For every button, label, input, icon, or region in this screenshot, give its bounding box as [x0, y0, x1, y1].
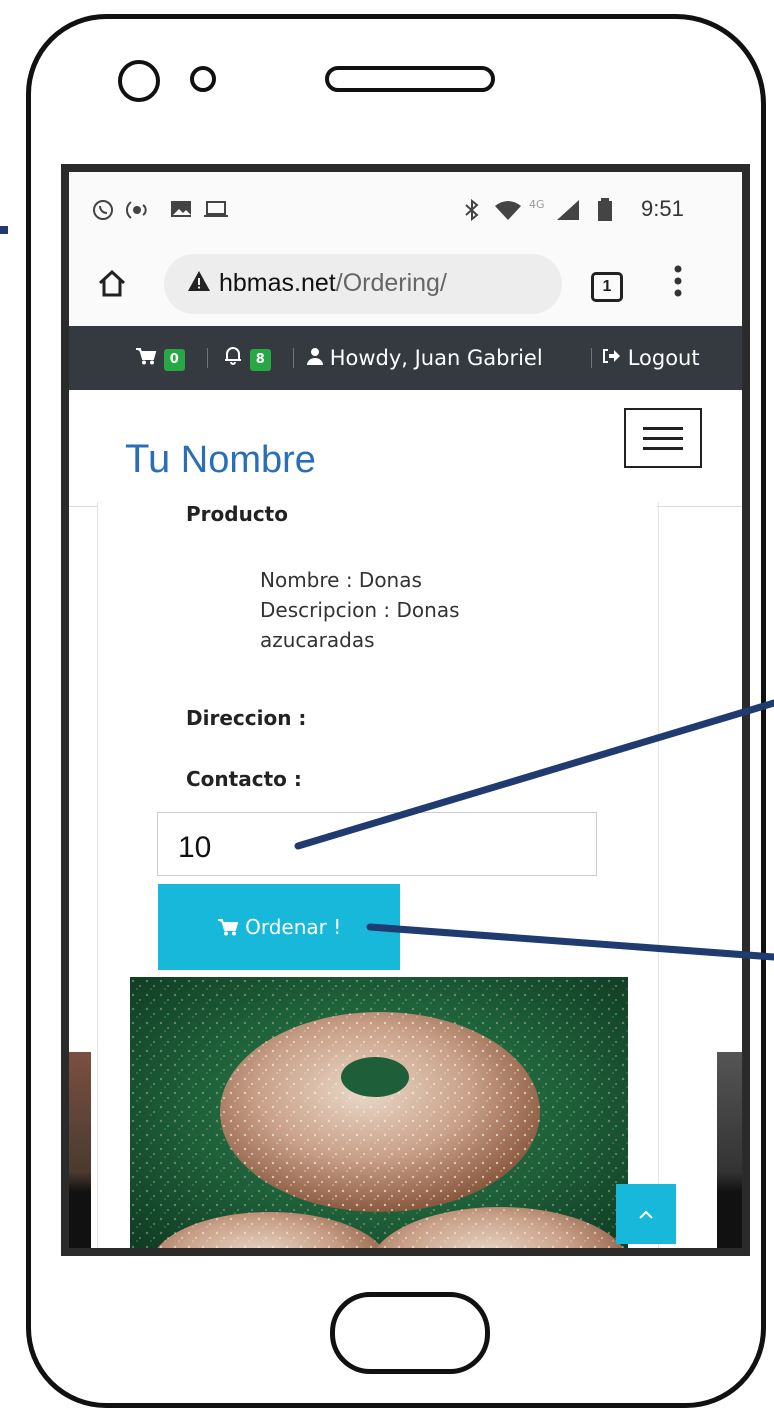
product-image	[130, 977, 628, 1248]
user-icon	[307, 346, 330, 370]
hamburger-menu-button[interactable]	[624, 408, 702, 468]
cart-count-badge: 0	[163, 349, 185, 371]
product-description-cont: azucaradas	[260, 628, 375, 652]
browser-home-icon[interactable]	[97, 268, 127, 303]
home-button[interactable]	[330, 1292, 490, 1374]
nav-divider	[591, 348, 592, 368]
site-brand[interactable]: Tu Nombre	[125, 436, 316, 483]
hamburger-bar	[643, 447, 683, 450]
order-button[interactable]: Ordenar !	[158, 884, 400, 970]
url-path: /Ordering/	[335, 269, 447, 297]
hotspot-icon	[125, 198, 153, 220]
notification-count-badge: 8	[249, 349, 271, 371]
user-greeting: Howdy, Juan Gabriel	[329, 346, 543, 370]
brand-part-2: Nombre	[180, 439, 316, 481]
brand-part-1: Tu	[125, 437, 171, 481]
bell-icon	[223, 346, 250, 370]
background-photo	[69, 1052, 91, 1248]
cart-icon	[217, 915, 245, 939]
network-4g-icon: 4G	[529, 198, 545, 211]
wifi-icon	[493, 198, 523, 220]
url-domain: hbmas.net	[219, 269, 336, 297]
direccion-label: Direccion :	[186, 706, 307, 730]
front-camera	[118, 60, 160, 102]
browser-menu-icon[interactable]	[673, 264, 683, 298]
clock: 9:51	[641, 196, 684, 221]
whatsapp-icon	[91, 198, 115, 220]
phone-screen: 4G 9:51 hbmas.net/Ordering/ 1 0 8 Howdy,…	[61, 164, 750, 1256]
background-photo	[717, 1052, 742, 1248]
nav-divider	[207, 348, 208, 368]
hamburger-bar	[643, 427, 683, 430]
tab-switcher-button[interactable]: 1	[591, 272, 623, 302]
notifications-link[interactable]: 8	[223, 344, 271, 372]
signal-icon	[555, 198, 581, 220]
not-secure-warning-icon[interactable]	[187, 270, 211, 297]
product-name: Nombre : Donas	[260, 568, 422, 592]
product-description: Descripcion : Donas	[260, 598, 460, 622]
nav-divider	[293, 348, 294, 368]
contacto-label: Contacto :	[186, 767, 302, 791]
bluetooth-icon	[463, 198, 481, 222]
status-bar: 4G 9:51	[69, 172, 742, 244]
divider-line	[69, 506, 97, 507]
url-text[interactable]: hbmas.net/Ordering/	[219, 268, 447, 298]
hamburger-bar	[643, 437, 683, 440]
laptop-icon	[203, 198, 229, 220]
browser-toolbar: hbmas.net/Ordering/ 1	[69, 244, 742, 326]
proximity-sensor	[190, 66, 216, 92]
logout-icon	[601, 346, 628, 370]
logout-link[interactable]: Logout	[601, 344, 700, 372]
site-top-nav: 0 8 Howdy, Juan Gabriel Logout	[69, 326, 742, 390]
user-greeting-link[interactable]: Howdy, Juan Gabriel	[307, 344, 543, 372]
cart-icon	[135, 346, 164, 370]
producto-heading: Producto	[186, 502, 288, 526]
cart-link[interactable]: 0	[135, 344, 185, 372]
battery-icon	[597, 198, 613, 221]
earpiece-speaker	[325, 66, 495, 92]
divider-line	[657, 506, 742, 507]
gallery-icon	[169, 198, 193, 220]
quantity-input[interactable]: 10	[157, 812, 597, 876]
scroll-to-top-button[interactable]	[616, 1184, 676, 1244]
annotation-mark	[0, 226, 8, 234]
chevron-up-icon	[639, 1201, 653, 1226]
logout-label: Logout	[627, 346, 700, 370]
order-button-label: Ordenar !	[245, 915, 342, 939]
